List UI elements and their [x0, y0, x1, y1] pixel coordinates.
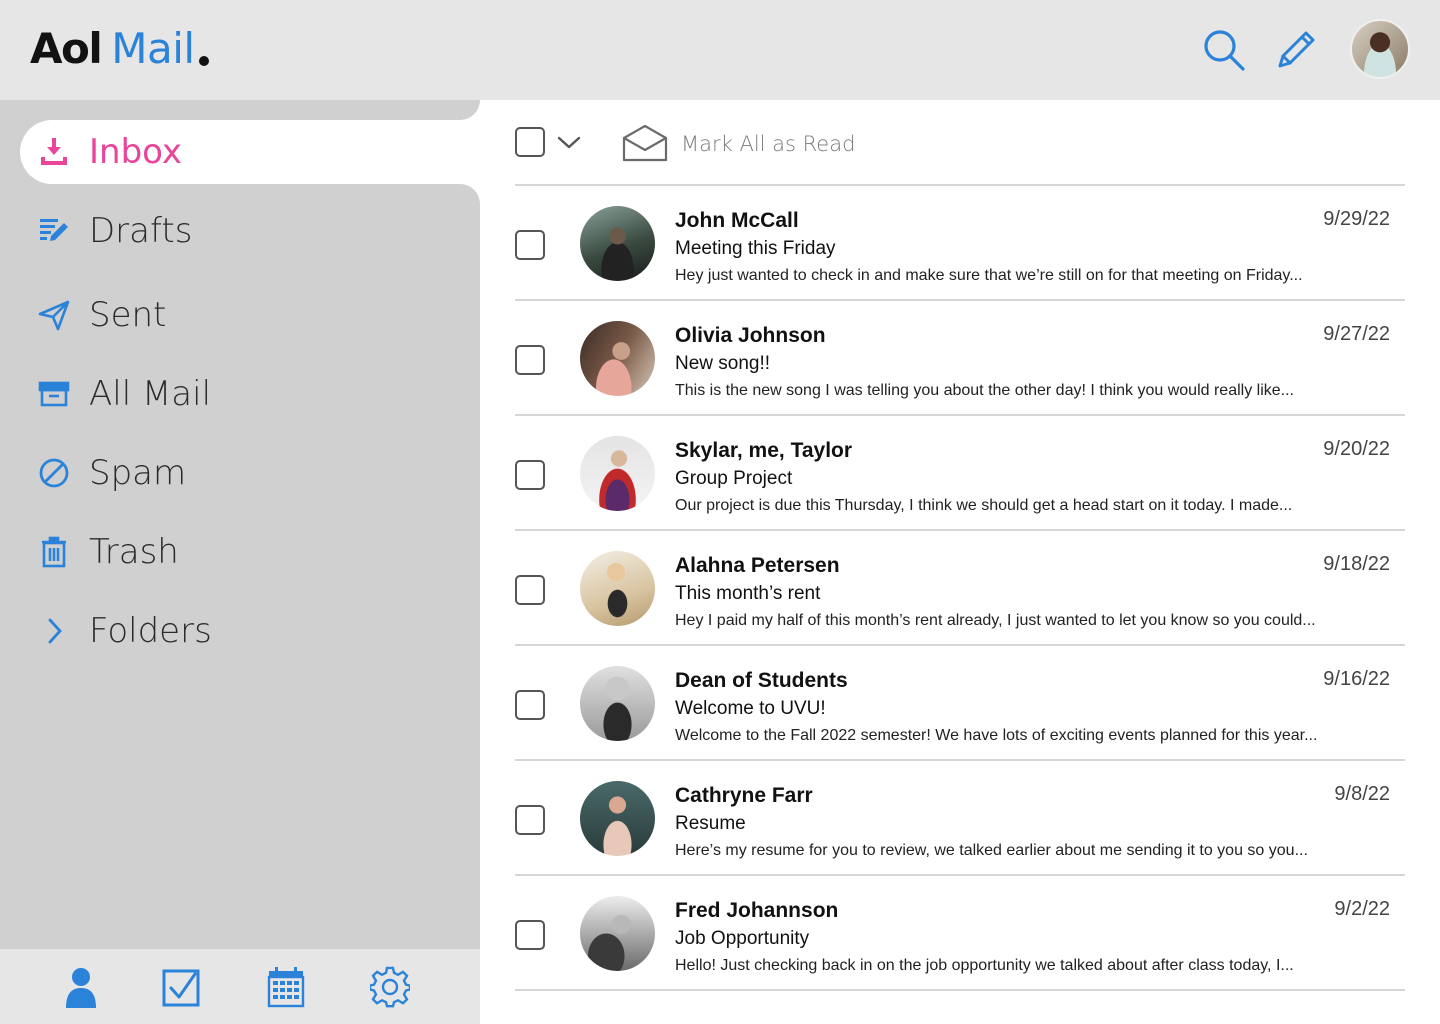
email-row[interactable]: Skylar, me, Taylor 9/20/22 Group Project… — [480, 416, 1440, 531]
sidebar-item-sent[interactable]: Sent — [0, 283, 480, 347]
sidebar-item-trash[interactable]: Trash — [0, 520, 480, 584]
email-subject: Job Opportunity — [675, 928, 810, 949]
email-sender: John McCall — [675, 209, 799, 232]
email-row[interactable]: Olivia Johnson 9/27/22 New song!! This i… — [480, 301, 1440, 416]
email-date: 9/8/22 — [1334, 783, 1390, 805]
email-checkbox[interactable] — [515, 805, 545, 835]
email-sender: Skylar, me, Taylor — [675, 439, 853, 462]
sidebar-item-drafts[interactable]: Drafts — [0, 199, 480, 263]
logo-mail-text: Mail — [111, 24, 195, 73]
avatar — [580, 206, 655, 281]
email-preview: Hello! Just checking back in on the job … — [675, 957, 1294, 974]
logo-dot — [198, 56, 209, 66]
email-subject: Group Project — [675, 468, 793, 489]
email-sender: Cathryne Farr — [675, 784, 813, 807]
sidebar-item-label: Trash — [89, 532, 179, 572]
email-date: 9/18/22 — [1323, 553, 1390, 575]
email-row[interactable]: Fred Johannson 9/2/22 Job Opportunity He… — [480, 876, 1440, 991]
email-preview: Here’s my resume for you to review, we t… — [675, 842, 1308, 859]
user-avatar[interactable] — [1350, 19, 1410, 79]
email-subject: Welcome to UVU! — [675, 698, 826, 719]
avatar — [580, 551, 655, 626]
contacts-icon[interactable] — [61, 966, 101, 1008]
compose-pencil-icon[interactable] — [1274, 28, 1318, 72]
avatar — [580, 436, 655, 511]
email-row[interactable]: John McCall 9/29/22 Meeting this Friday … — [480, 186, 1440, 301]
archive-box-icon — [36, 376, 72, 412]
avatar — [580, 321, 655, 396]
sidebar-item-all-mail[interactable]: All Mail — [0, 362, 480, 426]
sidebar-item-spam[interactable]: Spam — [0, 441, 480, 505]
sidebar-item-label: Sent — [89, 295, 167, 335]
drafts-icon — [36, 213, 72, 249]
email-subject: Resume — [675, 813, 746, 834]
divider — [515, 989, 1405, 991]
email-date: 9/20/22 — [1323, 438, 1390, 460]
email-checkbox[interactable] — [515, 575, 545, 605]
sidebar-item-label: Drafts — [89, 211, 193, 251]
tasks-icon[interactable] — [161, 966, 201, 1008]
mark-all-read-button[interactable]: Mark All as Read — [681, 132, 855, 156]
email-date: 9/29/22 — [1323, 208, 1390, 230]
email-checkbox[interactable] — [515, 690, 545, 720]
email-subject: Meeting this Friday — [675, 238, 836, 259]
settings-gear-icon[interactable] — [368, 966, 412, 1008]
email-sender: Fred Johannson — [675, 899, 839, 922]
sidebar-item-label: Spam — [89, 453, 187, 493]
email-checkbox[interactable] — [515, 230, 545, 260]
email-date: 9/16/22 — [1323, 668, 1390, 690]
sidebar-item-folders[interactable]: Folders — [0, 599, 480, 663]
email-date: 9/2/22 — [1334, 898, 1390, 920]
email-checkbox[interactable] — [515, 920, 545, 950]
email-preview: This is the new song I was telling you a… — [675, 382, 1294, 399]
email-subject: New song!! — [675, 353, 771, 374]
email-sender: Alahna Petersen — [675, 554, 840, 577]
open-envelope-icon[interactable] — [622, 124, 668, 162]
email-checkbox[interactable] — [515, 345, 545, 375]
avatar — [580, 666, 655, 741]
email-row[interactable]: Cathryne Farr 9/8/22 Resume Here’s my re… — [480, 761, 1440, 876]
paper-plane-icon — [36, 297, 72, 333]
block-icon — [36, 455, 72, 491]
aol-mail-logo[interactable]: Aol Mail — [30, 24, 209, 74]
logo-aol-text: Aol — [30, 24, 103, 73]
email-preview: Our project is due this Thursday, I thin… — [675, 497, 1293, 514]
chevron-right-icon — [36, 613, 72, 649]
trash-icon — [36, 534, 72, 570]
sidebar-item-label: Inbox — [89, 132, 183, 172]
search-icon[interactable] — [1202, 28, 1246, 72]
email-sender: Dean of Students — [675, 669, 848, 692]
email-subject: This month’s rent — [675, 583, 821, 604]
email-row[interactable]: Dean of Students 9/16/22 Welcome to UVU!… — [480, 646, 1440, 761]
email-preview: Welcome to the Fall 2022 semester! We ha… — [675, 727, 1318, 744]
avatar — [580, 781, 655, 856]
sidebar-item-inbox[interactable]: Inbox — [20, 120, 480, 184]
avatar — [580, 896, 655, 971]
email-preview: Hey just wanted to check in and make sur… — [675, 267, 1303, 284]
calendar-icon[interactable] — [266, 966, 306, 1008]
sidebar-item-label: All Mail — [89, 374, 212, 414]
email-sender: Olivia Johnson — [675, 324, 826, 347]
select-all-checkbox[interactable] — [515, 127, 545, 157]
email-date: 9/27/22 — [1323, 323, 1390, 345]
email-checkbox[interactable] — [515, 460, 545, 490]
sidebar-item-label: Folders — [89, 611, 212, 651]
email-preview: Hey I paid my half of this month’s rent … — [675, 612, 1316, 629]
inbox-download-icon — [36, 134, 72, 170]
email-row[interactable]: Alahna Petersen 9/18/22 This month’s ren… — [480, 531, 1440, 646]
select-dropdown-chevron-icon[interactable] — [556, 131, 582, 153]
